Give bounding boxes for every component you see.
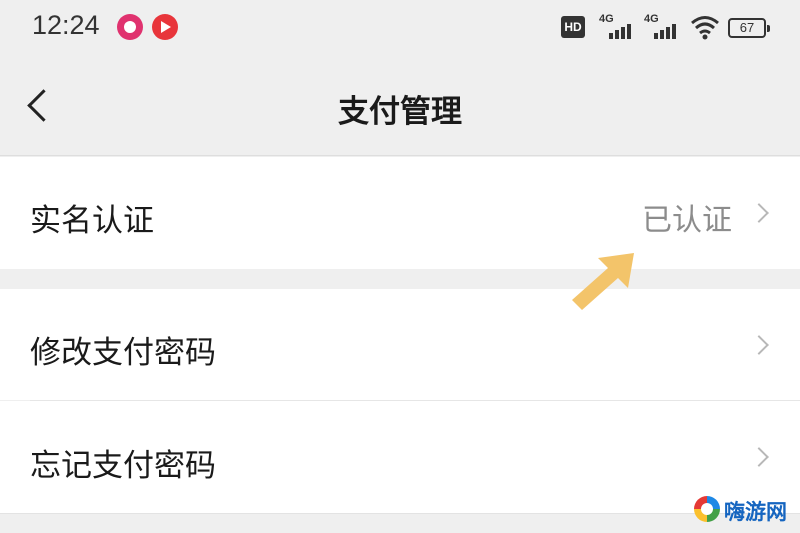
play-app-icon xyxy=(152,14,178,40)
chevron-right-icon xyxy=(749,203,769,223)
signal-icon: 4G xyxy=(644,13,680,39)
chevron-right-icon xyxy=(749,447,769,467)
signal-label: 4G xyxy=(644,13,659,25)
bottom-strip xyxy=(0,513,800,533)
signal-label: 4G xyxy=(599,13,614,25)
row-label: 忘记支付密码 xyxy=(30,448,216,484)
signal-icon: 4G xyxy=(599,13,635,39)
chevron-right-icon xyxy=(749,335,769,355)
watermark-text: 嗨游网 xyxy=(724,500,787,524)
forgot-payment-password-row[interactable]: 忘记支付密码 xyxy=(0,401,800,513)
hd-icon: HD xyxy=(561,16,585,38)
wifi-icon xyxy=(691,16,719,40)
pointer-arrow-icon xyxy=(572,253,634,310)
verification-status: 已认证 xyxy=(642,203,732,238)
change-payment-password-row[interactable]: 修改支付密码 xyxy=(0,289,800,400)
real-name-verification-row[interactable]: 实名认证 已认证 xyxy=(0,157,800,269)
row-label: 修改支付密码 xyxy=(30,335,216,371)
watermark: 嗨游网 xyxy=(694,494,798,524)
status-time: 12:24 xyxy=(32,10,100,40)
section-gap xyxy=(0,269,800,289)
status-bar: 12:24 HD 4G 4G 67 xyxy=(0,0,800,56)
watermark-logo-icon xyxy=(694,496,720,522)
row-label: 实名认证 xyxy=(30,203,154,239)
page-title: 支付管理 xyxy=(338,94,462,130)
battery-icon: 67 xyxy=(728,18,770,38)
nav-bar: 支付管理 xyxy=(0,56,800,156)
bubble-app-icon xyxy=(117,14,143,40)
